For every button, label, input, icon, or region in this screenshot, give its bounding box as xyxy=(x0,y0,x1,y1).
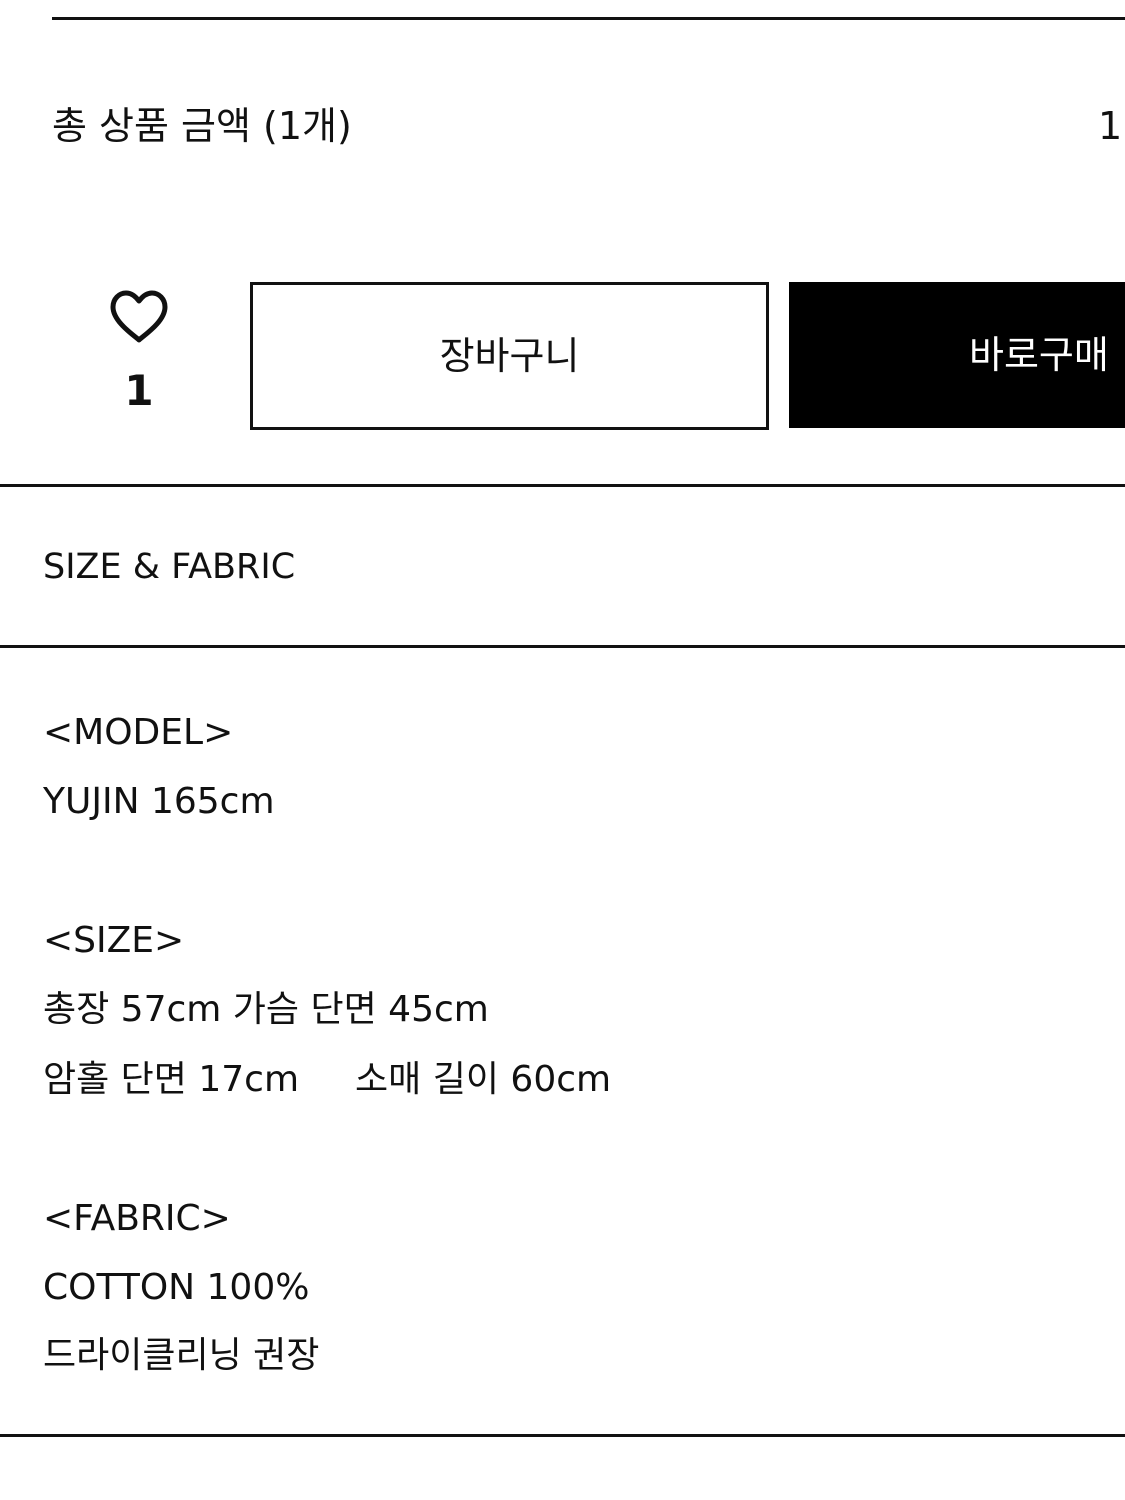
total-amount-value: 1: xyxy=(1098,104,1125,148)
section-title-size-fabric[interactable]: SIZE & FABRIC xyxy=(43,543,295,591)
model-value: YUJIN 165cm xyxy=(43,781,275,822)
wishlist-count: 1 xyxy=(124,366,154,415)
size-armhole: 암홀 단면 17cm xyxy=(43,1059,300,1100)
buy-now-button[interactable]: 바로구매 xyxy=(789,282,1125,428)
size-line-length-chest: 총장 57cm 가슴 단면 45cm xyxy=(43,989,489,1030)
wishlist-button[interactable]: 1 xyxy=(92,285,186,425)
section-divider-top xyxy=(0,484,1125,487)
model-heading: <MODEL> xyxy=(43,712,234,753)
size-heading: <SIZE> xyxy=(43,920,185,961)
add-to-cart-button[interactable]: 장바구니 xyxy=(250,282,769,430)
heart-icon xyxy=(110,290,168,343)
fabric-heading: <FABRIC> xyxy=(43,1198,231,1239)
care-note: 드라이클리닝 권장 xyxy=(43,1335,320,1376)
size-line-armhole-sleeve: 암홀 단면 17cm 소매 길이 60cm xyxy=(43,1056,611,1104)
total-amount-label: 총 상품 금액 (1개) xyxy=(52,104,352,148)
section-divider-middle xyxy=(0,645,1125,648)
section-divider-bottom xyxy=(0,1434,1125,1437)
fabric-value: COTTON 100% xyxy=(43,1267,310,1308)
top-divider xyxy=(52,17,1125,20)
size-sleeve: 소매 길이 60cm xyxy=(355,1059,612,1100)
